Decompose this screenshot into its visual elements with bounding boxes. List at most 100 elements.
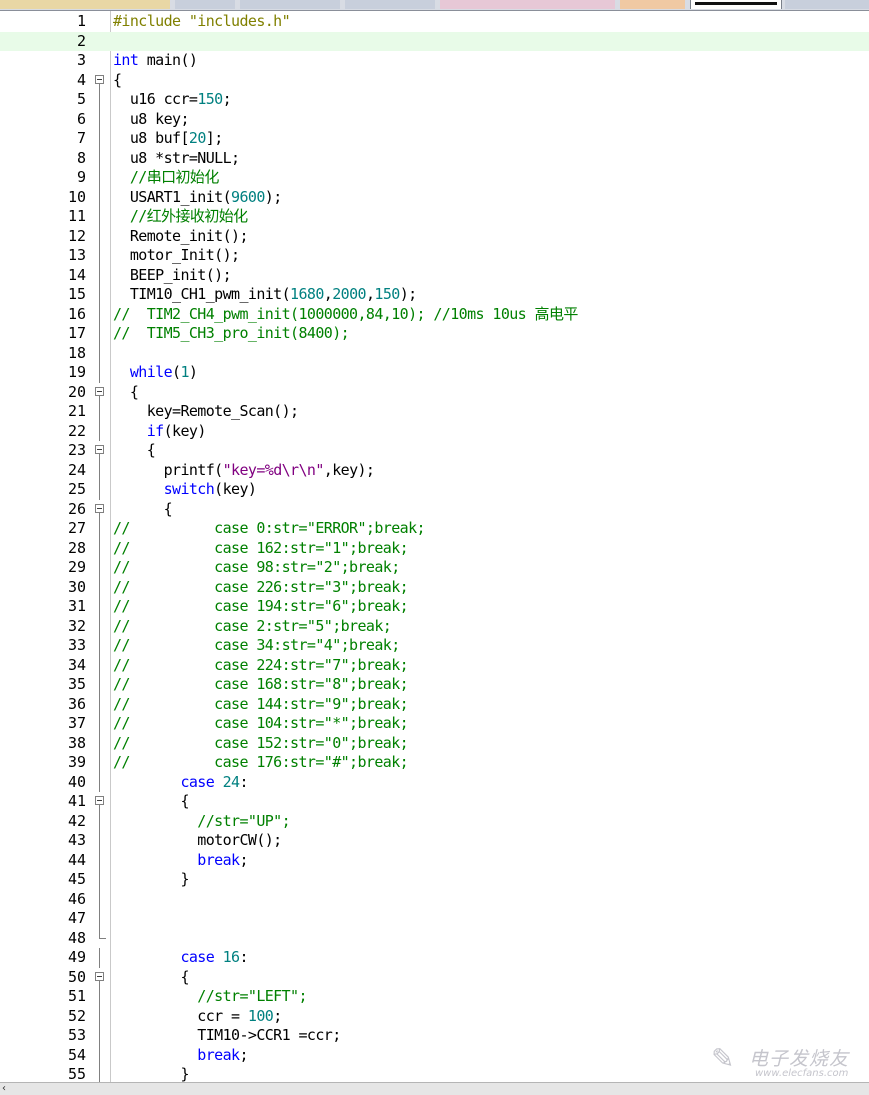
fold-guide-line — [94, 265, 106, 285]
code-line[interactable]: 31 // case 194:str="6";break; — [0, 597, 869, 617]
scroll-left-arrow-icon[interactable]: ‹ — [2, 1083, 16, 1095]
code-line[interactable]: 34 // case 224:str="7";break; — [0, 655, 869, 675]
code-line[interactable]: 4{ — [0, 70, 869, 90]
code-text: // case 162:str="1";break; — [113, 538, 409, 557]
code-line[interactable]: 40 case 24: — [0, 772, 869, 792]
code-line[interactable]: 25 switch(key) — [0, 480, 869, 500]
fold-guide-line — [94, 1045, 106, 1065]
fold-guide-line — [94, 753, 106, 773]
fold-guide-line — [94, 207, 106, 227]
file-tab-6[interactable] — [620, 0, 685, 9]
code-line[interactable]: 12 Remote_init(); — [0, 226, 869, 246]
code-line[interactable]: 27 // case 0:str="ERROR";break; — [0, 519, 869, 539]
code-line[interactable]: 8 u8 *str=NULL; — [0, 148, 869, 168]
code-line[interactable]: 42 //str="UP"; — [0, 811, 869, 831]
line-number: 45 — [67, 870, 86, 888]
code-line[interactable]: 20 { — [0, 383, 869, 402]
code-text: { — [113, 70, 122, 89]
code-line[interactable]: 39 // case 176:str="#";break; — [0, 753, 869, 773]
fold-guide-line — [94, 694, 106, 714]
code-text: { — [113, 967, 189, 986]
line-number: 2 — [76, 31, 86, 50]
line-number: 55 — [67, 1065, 86, 1082]
horizontal-scrollbar[interactable]: ‹ — [0, 1082, 869, 1095]
code-line[interactable]: 44 break; — [0, 850, 869, 870]
file-tab-1[interactable] — [0, 0, 170, 9]
code-text: //str="LEFT"; — [113, 987, 307, 1005]
code-line[interactable]: 9 //串口初始化 — [0, 168, 869, 188]
code-line[interactable]: 51 //str="LEFT"; — [0, 987, 869, 1007]
file-tab-8[interactable] — [785, 0, 869, 9]
fold-guide-line — [94, 90, 106, 110]
code-line[interactable]: 37 // case 104:str="*";break; — [0, 714, 869, 734]
code-line[interactable]: 13 motor_Init(); — [0, 246, 869, 266]
code-line[interactable]: 49 case 16: — [0, 948, 869, 968]
code-line[interactable]: 35 // case 168:str="8";break; — [0, 675, 869, 695]
fold-guide-line — [94, 343, 106, 363]
code-line[interactable]: 24 printf("key=%d\r\n",key); — [0, 460, 869, 480]
file-tab-3[interactable] — [240, 0, 340, 9]
code-text: // case 144:str="9";break; — [113, 694, 409, 713]
file-tab-2[interactable] — [175, 0, 235, 9]
fold-toggle-icon[interactable] — [94, 71, 106, 90]
file-tab-bar — [0, 0, 869, 11]
code-line[interactable]: 30 // case 226:str="3";break; — [0, 577, 869, 597]
code-line[interactable]: 26 { — [0, 499, 869, 519]
code-line[interactable]: 23 { — [0, 441, 869, 461]
code-line[interactable]: 5 u16 ccr=150; — [0, 90, 869, 110]
fold-toggle-icon[interactable] — [94, 500, 106, 519]
code-line[interactable]: 18 — [0, 343, 869, 363]
code-line[interactable]: 16 // TIM2_CH4_pwm_init(1000000,84,10); /… — [0, 304, 869, 324]
code-line[interactable]: 36 // case 144:str="9";break; — [0, 694, 869, 714]
code-line[interactable]: 10 USART1_init(9600); — [0, 187, 869, 207]
file-tab-5[interactable] — [440, 0, 615, 9]
fold-guide-line — [94, 577, 106, 597]
code-line[interactable]: 38 // case 152:str="0";break; — [0, 733, 869, 753]
line-number: 29 — [67, 558, 86, 576]
code-text: u16 ccr=150; — [113, 90, 232, 108]
code-line[interactable]: 41 { — [0, 792, 869, 812]
code-line[interactable]: 3 int main() — [0, 51, 869, 71]
code-line[interactable]: 46 — [0, 889, 869, 909]
code-line[interactable]: 22 if(key) — [0, 421, 869, 441]
code-line[interactable]: 17 // TIM5_CH3_pro_init(8400); — [0, 324, 869, 344]
line-number: 25 — [67, 480, 86, 498]
code-line[interactable]: 2 — [0, 31, 869, 51]
code-line[interactable]: 19 while(1) — [0, 363, 869, 383]
fold-toggle-icon[interactable] — [94, 441, 106, 461]
code-line[interactable]: 1 #include "includes.h" — [0, 12, 869, 32]
code-line[interactable]: 45 } — [0, 870, 869, 890]
fold-toggle-icon[interactable] — [94, 968, 106, 987]
line-number: 46 — [67, 889, 86, 908]
code-line[interactable]: 14 BEEP_init(); — [0, 265, 869, 285]
code-line[interactable]: 15 TIM10_CH1_pwm_init(1680,2000,150); — [0, 285, 869, 305]
code-line[interactable]: 11 //红外接收初始化 — [0, 207, 869, 227]
code-line[interactable]: 32 // case 2:str="5";break; — [0, 616, 869, 636]
fold-guide-line — [94, 129, 106, 149]
code-line[interactable]: 21 key=Remote_Scan(); — [0, 402, 869, 422]
code-text: break; — [113, 1045, 248, 1064]
code-line[interactable]: 33 // case 34:str="4";break; — [0, 636, 869, 656]
watermark-url: www.elecfans.com — [755, 1068, 849, 1079]
code-editor[interactable]: 1 #include "includes.h" 2 3 int main() 4{5 u1… — [0, 11, 869, 1082]
line-number: 1 — [76, 12, 86, 30]
code-line[interactable]: 52 ccr = 100; — [0, 1006, 869, 1026]
line-number: 7 — [76, 129, 86, 147]
code-line[interactable]: 7 u8 buf[20]; — [0, 129, 869, 149]
fold-guide-line — [94, 889, 106, 909]
code-line[interactable]: 47 — [0, 909, 869, 929]
code-text: if(key) — [113, 421, 207, 440]
code-line[interactable]: 6 u8 key; — [0, 109, 869, 129]
code-text: { — [113, 499, 173, 518]
code-line[interactable]: 48 — [0, 928, 869, 949]
code-line[interactable]: 43 motorCW(); — [0, 831, 869, 851]
code-line[interactable]: 28 // case 162:str="1";break; — [0, 538, 869, 558]
code-text: // case 176:str="#";break; — [113, 753, 409, 771]
file-tab-4[interactable] — [345, 0, 435, 9]
code-line[interactable]: 50 { — [0, 967, 869, 987]
fold-toggle-icon[interactable] — [94, 792, 106, 812]
file-tab-7[interactable] — [690, 0, 782, 9]
code-line[interactable]: 29 // case 98:str="2";break; — [0, 558, 869, 578]
fold-guide-line — [94, 909, 106, 929]
fold-toggle-icon[interactable] — [94, 383, 106, 402]
